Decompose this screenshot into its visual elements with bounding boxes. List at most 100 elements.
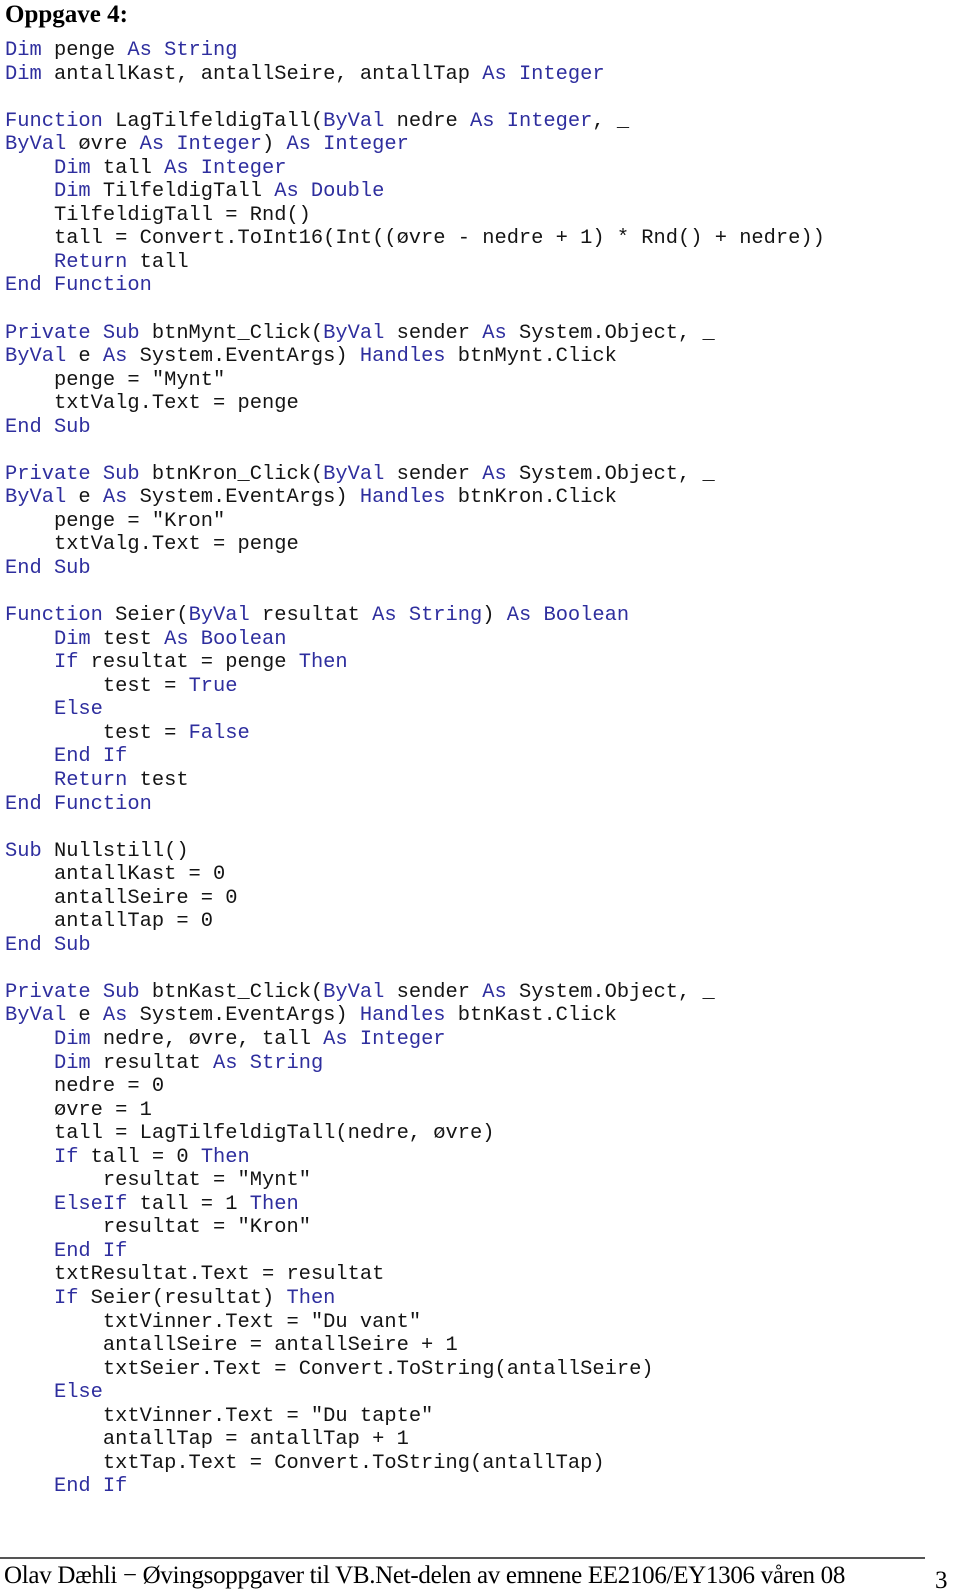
- code-line: txtValg.Text = penge: [5, 392, 825, 416]
- code-line: test = False: [5, 722, 825, 746]
- code-line: øvre = 1: [5, 1099, 825, 1123]
- code-text: txtResultat.Text = resultat: [53, 1263, 385, 1287]
- code-text: resultat: [90, 1051, 214, 1075]
- code-line: ByVal øvre As Integer) As Integer: [5, 133, 825, 157]
- code-keyword: As String: [372, 604, 483, 628]
- code-line: End If: [5, 1475, 825, 1499]
- code-keyword: As Boolean: [506, 604, 630, 628]
- code-text: tall = 0: [78, 1145, 201, 1169]
- code-text: antallSeire = 0: [53, 886, 238, 910]
- code-line: Function LagTilfeldigTall(ByVal nedre As…: [5, 110, 825, 134]
- code-keyword: Return: [53, 250, 128, 274]
- code-text: btnKron_Click(: [139, 462, 324, 486]
- code-line: Dim penge As String: [5, 39, 825, 63]
- code-text: txtSeier.Text = Convert.ToString(antallS…: [102, 1357, 654, 1381]
- code-keyword: Dim: [53, 1027, 91, 1051]
- code-keyword: Handles: [359, 486, 446, 510]
- code-keyword: Then: [249, 1192, 299, 1216]
- code-text: penge = "Mynt": [53, 368, 226, 392]
- code-text: TilfeldigTall: [90, 180, 275, 204]
- code-line: End Function: [5, 274, 825, 298]
- code-keyword: Dim: [53, 627, 91, 651]
- code-line: txtResultat.Text = resultat: [5, 1263, 825, 1287]
- code-text: txtVinner.Text = "Du vant": [102, 1310, 422, 1334]
- code-line: End Sub: [5, 416, 825, 440]
- code-text: System.EventArgs): [127, 1004, 360, 1028]
- code-keyword: False: [188, 721, 250, 745]
- code-line: Private Sub btnKast_Click(ByVal sender A…: [5, 981, 825, 1005]
- code-keyword: Dim: [53, 180, 91, 204]
- code-text: antallKast, antallSeire, antallTap: [41, 62, 483, 86]
- code-keyword: End Sub: [5, 933, 91, 957]
- code-keyword: Dim: [5, 39, 42, 62]
- code-line: Sub Nullstill(): [5, 840, 825, 864]
- code-text: penge: [41, 39, 128, 62]
- code-text: antallTap = 0: [53, 910, 214, 934]
- code-line: Dim nedre, øvre, tall As Integer: [5, 1028, 825, 1052]
- code-text: penge = "Kron": [53, 509, 226, 533]
- code-line: Private Sub btnMynt_Click(ByVal sender A…: [5, 322, 825, 346]
- code-text: btnMynt_Click(: [139, 321, 324, 345]
- code-line: End Sub: [5, 934, 825, 958]
- code-text: Seier(resultat): [78, 1286, 287, 1310]
- code-keyword: Dim: [5, 62, 42, 86]
- code-line: Return tall: [5, 251, 825, 275]
- code-text: sender: [384, 980, 483, 1004]
- code-text: øvre = 1: [53, 1098, 152, 1122]
- code-text: btnMynt.Click: [445, 345, 617, 369]
- code-keyword: As String: [127, 39, 238, 62]
- code-keyword: As Double: [274, 180, 385, 204]
- code-keyword: End If: [53, 745, 128, 769]
- code-text: sender: [384, 462, 483, 486]
- code-text: txtValg.Text = penge: [53, 533, 299, 557]
- code-text: nedre, øvre, tall: [90, 1027, 324, 1051]
- code-text: test =: [102, 721, 189, 745]
- code-text: antallTap = antallTap + 1: [102, 1428, 409, 1452]
- code-keyword: As Integer: [323, 1027, 446, 1051]
- code-line: txtTap.Text = Convert.ToString(antallTap…: [5, 1452, 825, 1476]
- code-line: penge = "Mynt": [5, 369, 825, 393]
- code-keyword: End If: [53, 1475, 128, 1499]
- code-keyword: Return: [53, 768, 128, 792]
- code-line: test = True: [5, 675, 825, 699]
- code-keyword: If: [53, 1145, 79, 1169]
- code-line: resultat = "Kron": [5, 1216, 825, 1240]
- footer-text: Olav Dæhli − Øvingsoppgaver til VB.Net-d…: [4, 1562, 846, 1589]
- code-line: Private Sub btnKron_Click(ByVal sender A…: [5, 463, 825, 487]
- code-line: txtSeier.Text = Convert.ToString(antallS…: [5, 1358, 825, 1382]
- code-line: tall = LagTilfeldigTall(nedre, øvre): [5, 1122, 825, 1146]
- code-text: Nullstill(): [41, 839, 189, 863]
- code-text: , _: [592, 109, 630, 133]
- code-keyword: End Function: [5, 792, 152, 816]
- code-line: antallSeire = antallSeire + 1: [5, 1334, 825, 1358]
- code-line: End Function: [5, 793, 825, 817]
- code-keyword: ByVal: [5, 133, 67, 157]
- code-keyword: ByVal: [323, 321, 385, 345]
- code-line: nedre = 0: [5, 1075, 825, 1099]
- code-keyword: Private Sub: [5, 321, 140, 345]
- code-text: System.EventArgs): [127, 486, 360, 510]
- code-keyword: As: [482, 321, 507, 345]
- code-text: tall: [127, 250, 189, 274]
